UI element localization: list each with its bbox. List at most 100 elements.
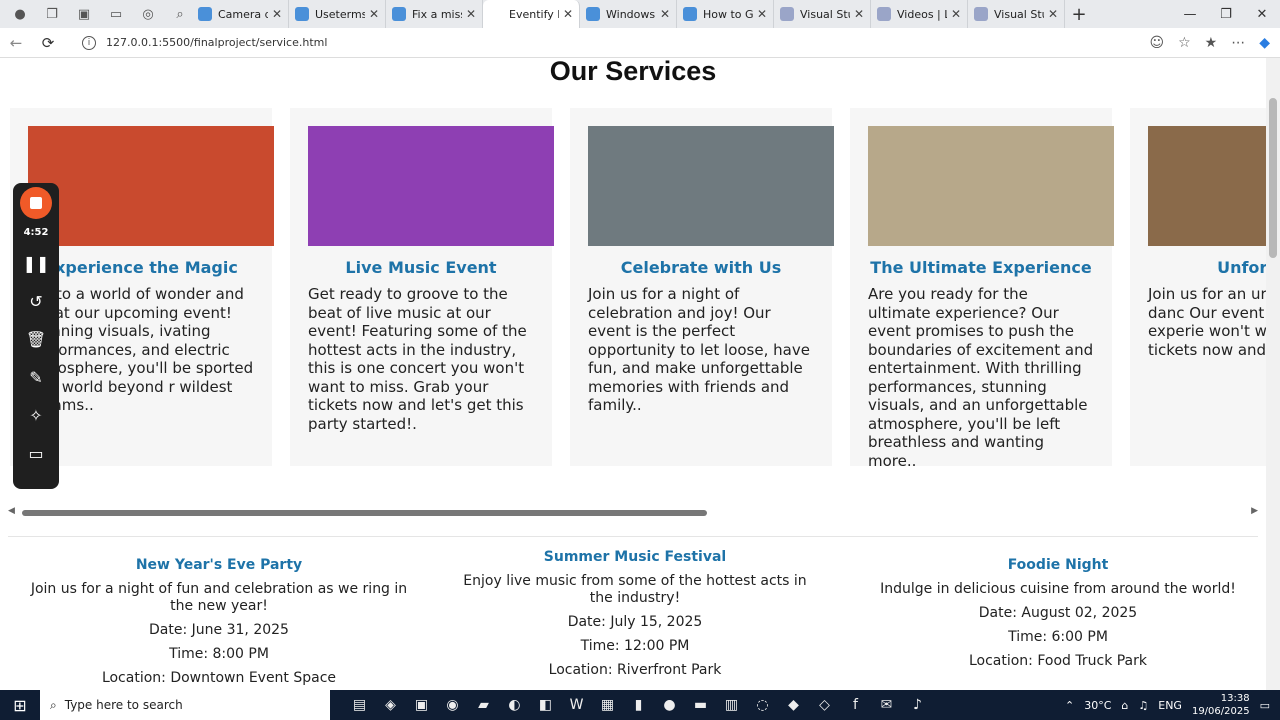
browser-tab[interactable]: Fix a missin ✕ (386, 0, 483, 28)
tab-title: Fix a missin (412, 7, 462, 21)
camera-icon[interactable]: ▭ (28, 440, 43, 466)
store-icon[interactable]: ▣ (406, 697, 437, 713)
tab-close-icon[interactable]: ✕ (660, 7, 670, 21)
github-tab-icon[interactable]: ◎ (136, 2, 160, 26)
horizontal-scrollbar[interactable]: ◀ ▶ (8, 506, 1258, 518)
browser-tab[interactable]: Windows d ✕ (580, 0, 677, 28)
chrome-icon[interactable]: ◉ (437, 697, 468, 713)
whatsapp-icon[interactable]: ◌ (747, 697, 778, 713)
new-tab-button[interactable]: + (1065, 4, 1093, 25)
more-menu-icon[interactable]: ⋯ (1231, 35, 1245, 51)
browser-tab[interactable]: Visual Stud ✕ (774, 0, 871, 28)
maximize-button[interactable]: ❐ (1208, 0, 1244, 28)
tab-close-icon[interactable]: ✕ (1048, 7, 1058, 21)
pause-icon[interactable]: ❚❚ (23, 250, 50, 276)
browser-tab[interactable]: Eventify Eve ✕ (483, 0, 580, 28)
minimize-button[interactable]: — (1172, 0, 1208, 28)
vertical-scrollbar-thumb[interactable] (1269, 98, 1277, 258)
browser-tab[interactable]: Videos | Lib ✕ (871, 0, 968, 28)
scroll-right-arrow-icon[interactable]: ▶ (1251, 506, 1258, 516)
volume-icon[interactable]: ♫ (1138, 699, 1148, 712)
favorites-icon[interactable]: ★ (1205, 35, 1218, 51)
tiktok-icon[interactable]: ♪ (902, 697, 933, 713)
scroll-left-arrow-icon[interactable]: ◀ (8, 506, 15, 516)
event-description: Indulge in delicious cuisine from around… (880, 581, 1236, 597)
calculator-icon[interactable]: ▦ (592, 697, 623, 713)
tab-close-icon[interactable]: ✕ (757, 7, 767, 21)
tab-favicon-icon (780, 7, 794, 21)
notes-icon[interactable]: ▬ (685, 697, 716, 713)
app2-icon[interactable]: ◆ (778, 697, 809, 713)
microsoft-store-icon[interactable]: ▥ (716, 697, 747, 713)
task-view-icon[interactable]: ▤ (344, 697, 375, 713)
vscode-icon[interactable]: ◧ (530, 697, 561, 713)
tab-close-icon[interactable]: ✕ (466, 7, 476, 21)
browser-tab[interactable]: Useterms ✕ (289, 0, 386, 28)
tab-close-icon[interactable]: ✕ (951, 7, 961, 21)
clock[interactable]: 13:38 19/06/2025 (1192, 692, 1250, 718)
tab-close-icon[interactable]: ✕ (369, 7, 379, 21)
windows-start-icon[interactable]: ⊞ (0, 696, 40, 715)
event-item: Foodie Night Indulge in delicious cuisine… (858, 557, 1258, 677)
app-icon[interactable]: ▮ (623, 697, 654, 713)
service-card: Live Music Event Get ready to groove to t… (290, 108, 554, 466)
event-date: Date: July 15, 2025 (567, 614, 703, 630)
annotate-icon[interactable]: ✎ (29, 364, 42, 390)
tab-title: Visual Stud (800, 7, 850, 21)
tab-title: How to Get (703, 7, 753, 21)
language-indicator[interactable]: ENG (1158, 699, 1182, 712)
notifications-icon[interactable]: ▭ (1260, 699, 1270, 712)
effects-icon[interactable]: ✧ (29, 402, 42, 428)
refresh-button[interactable]: ⟳ (32, 34, 64, 52)
app3-icon[interactable]: ◇ (809, 697, 840, 713)
search-tab-icon[interactable]: ⌕ (168, 2, 192, 26)
mail-icon[interactable]: ✉ (871, 697, 902, 713)
back-button[interactable]: ← (0, 34, 32, 52)
vertical-scrollbar[interactable] (1266, 58, 1280, 690)
event-location: Location: Food Truck Park (968, 653, 1148, 669)
workspaces-icon[interactable]: ❐ (40, 2, 64, 26)
profile-icon[interactable]: ● (8, 2, 32, 26)
page-title: Our Services (549, 58, 717, 86)
search-icon: ⌕ (50, 697, 57, 712)
edge-icon[interactable]: ◐ (499, 697, 530, 713)
file-explorer-icon[interactable]: ▰ (468, 697, 499, 713)
delete-icon[interactable]: 🗑 (26, 326, 46, 352)
tab-close-icon[interactable]: ✕ (272, 7, 282, 21)
document-tab-icon[interactable]: ▭ (104, 2, 128, 26)
tray-chevron-icon[interactable]: ⌃ (1065, 699, 1074, 712)
tab-close-icon[interactable]: ✕ (563, 7, 573, 21)
browser-tab[interactable]: How to Get ✕ (677, 0, 774, 28)
tab-title: Windows d (606, 7, 656, 21)
service-heading: The Ultimate Experience (870, 258, 1092, 277)
immersive-reader-icon[interactable]: ☺ (1149, 35, 1164, 51)
firefox-icon[interactable]: ● (654, 697, 685, 713)
network-icon[interactable]: ⌂ (1121, 699, 1128, 712)
restart-icon[interactable]: ↺ (29, 288, 42, 314)
facebook-icon[interactable]: f (840, 697, 871, 713)
services-carousel[interactable]: Experience the Magic p into a world of wo… (10, 108, 1266, 466)
tab-close-icon[interactable]: ✕ (854, 7, 864, 21)
weather-temperature[interactable]: 30°C (1084, 699, 1111, 712)
site-info-icon[interactable]: i (82, 35, 96, 50)
event-title: Summer Music Festival (543, 549, 727, 565)
browser-tab[interactable]: Camera do ✕ (192, 0, 289, 28)
stop-recording-button[interactable] (20, 187, 52, 219)
url-field[interactable]: i 127.0.0.1:5500/finalproject/service.ht… (82, 35, 1062, 50)
service-image (1148, 126, 1266, 246)
close-window-button[interactable]: ✕ (1244, 0, 1280, 28)
taskbar-search[interactable]: ⌕ Type here to search (40, 690, 330, 720)
word-icon[interactable]: W (561, 697, 592, 713)
event-title: Foodie Night (1007, 557, 1109, 573)
scrollbar-thumb[interactable] (22, 510, 707, 516)
tab-actions-icon[interactable]: ▣ (72, 2, 96, 26)
favorite-star-icon[interactable]: ☆ (1178, 35, 1191, 51)
event-time: Time: 6:00 PM (1008, 629, 1108, 645)
tab-title: Videos | Lib (897, 7, 947, 21)
browser-tab[interactable]: Visual Stud ✕ (968, 0, 1065, 28)
copilot-icon[interactable]: ◆ (1259, 35, 1270, 51)
service-card: Unforgett Join us for an ur of music, dan… (1130, 108, 1266, 466)
copilot-taskbar-icon[interactable]: ◈ (375, 697, 406, 713)
service-heading: Unforgett (1217, 258, 1266, 277)
tab-favicon-icon (198, 7, 212, 21)
